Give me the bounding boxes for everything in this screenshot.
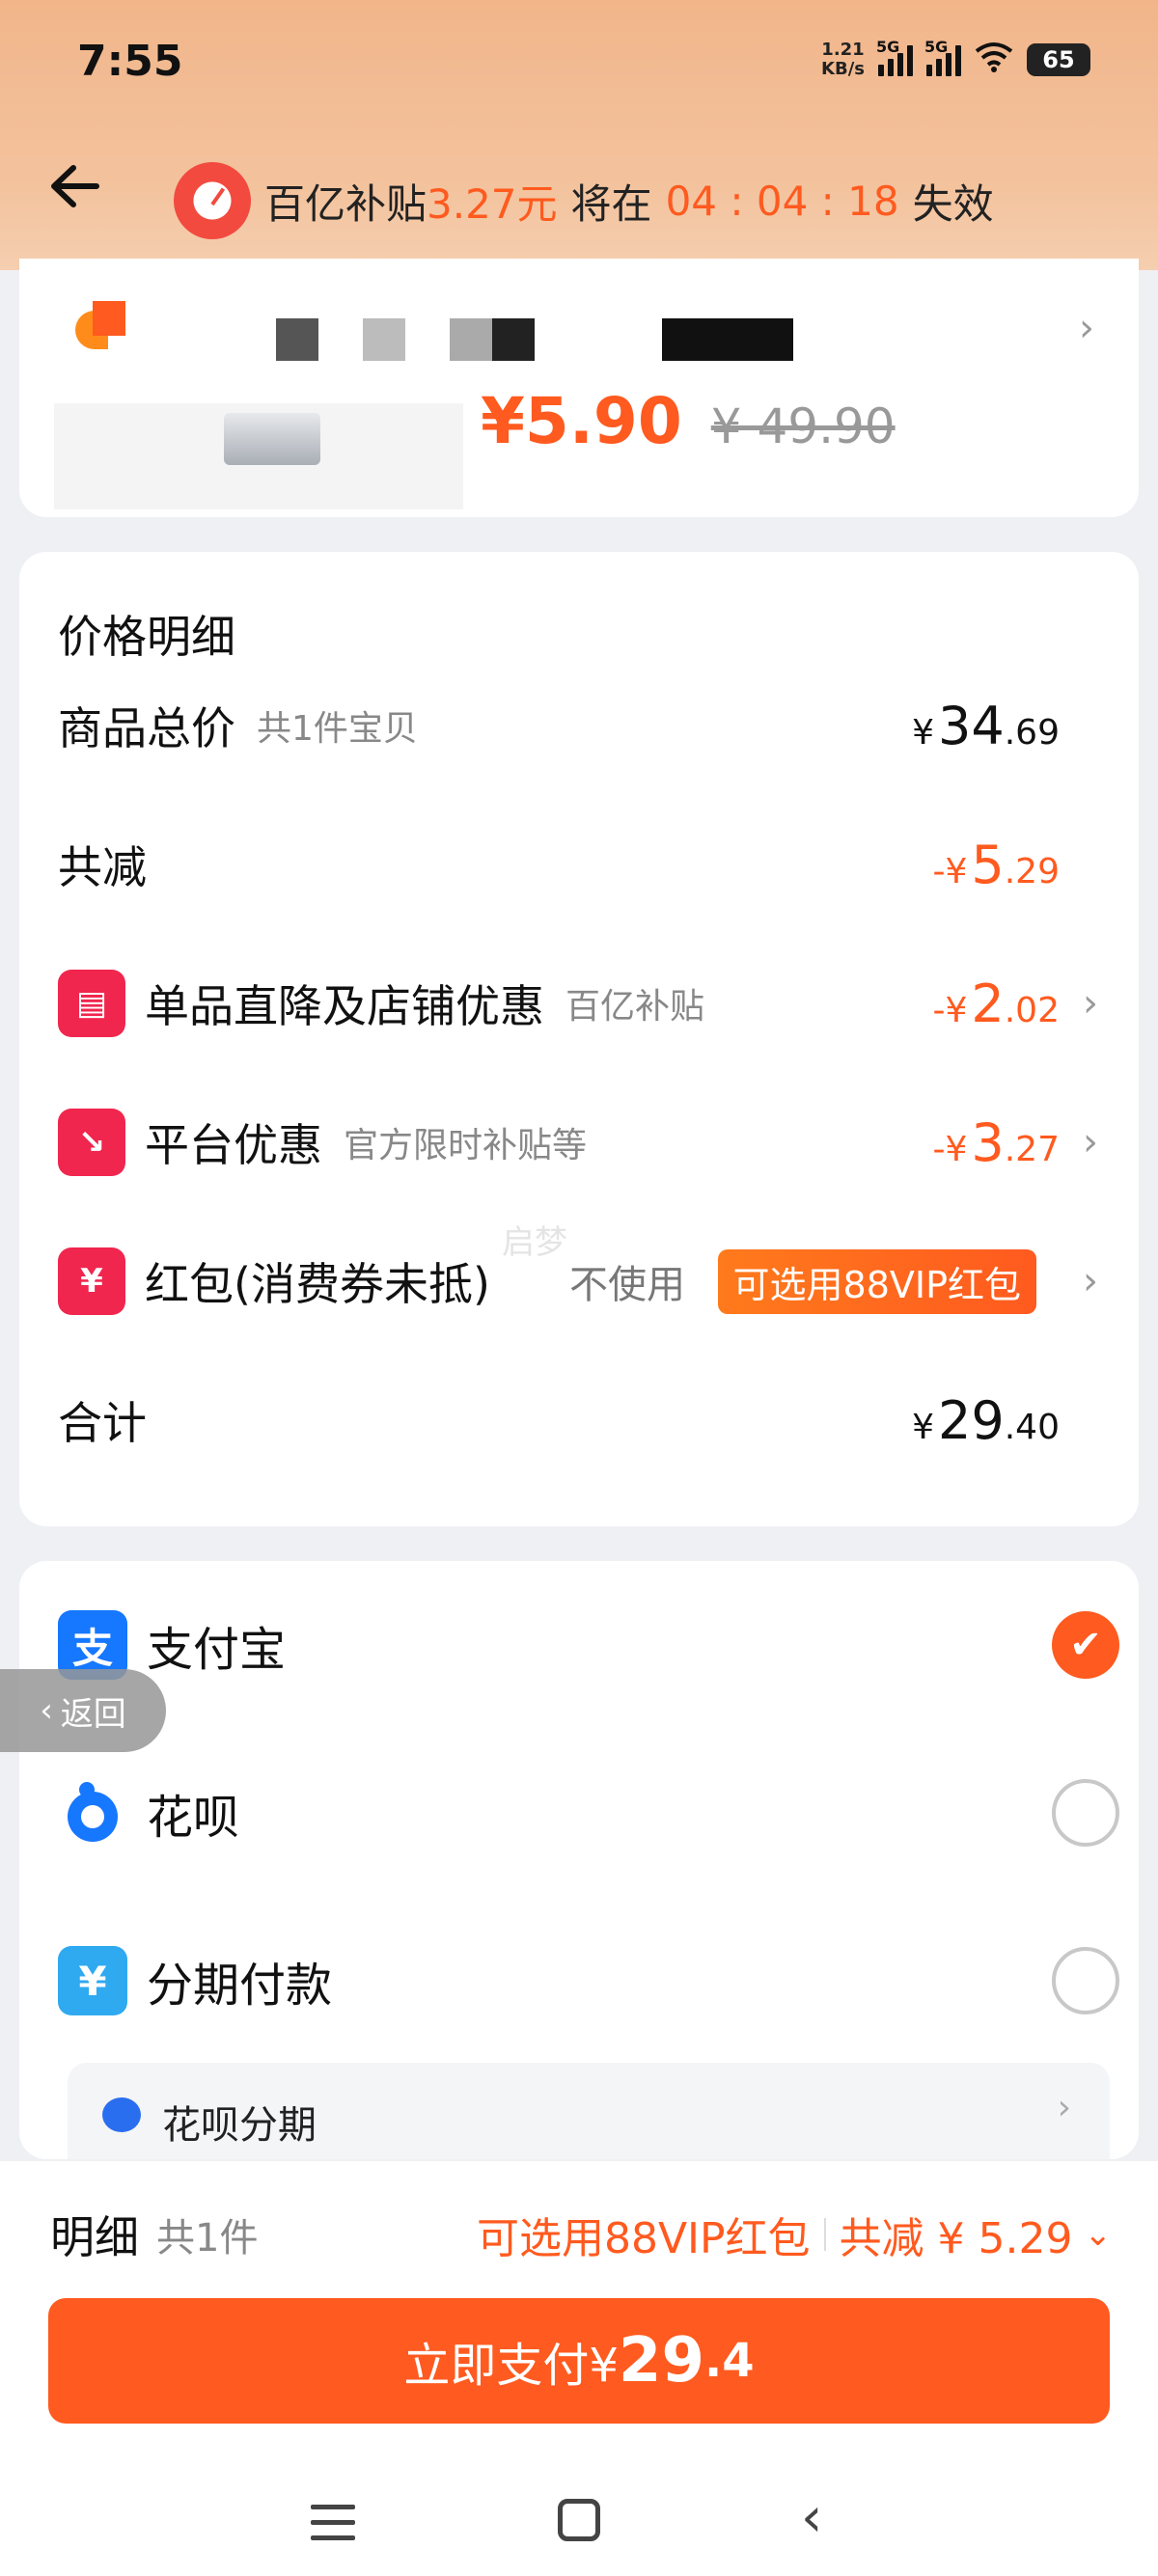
shop-row[interactable]: › [54,293,1116,361]
pay-now-button[interactable]: 立即支付¥ 29 .4 [48,2298,1110,2424]
wifi-icon [975,41,1013,79]
payment-option-alipay[interactable]: 支 支付宝 ✔ [58,1602,1119,1688]
back-icon[interactable]: ‹ [801,2491,822,2545]
platform-discount-amount: -¥3.27 [932,1111,1060,1173]
shop-logo-icon [75,301,125,355]
battery-icon: 65 [1027,43,1090,76]
price-detail-card: 价格明细 商品总价 共1件宝贝 ¥34.69 共减 -¥5.29 ▤ 单品直降及… [19,552,1139,1526]
summary-right: 可选用88VIP红包 共减 ¥ 5.29 ⌄ [476,2214,1113,2263]
bottom-bar: 明细 共1件 可选用88VIP红包 共减 ¥ 5.29 ⌄ 立即支付¥ 29 .… [0,2161,1158,2576]
chevron-left-icon: ‹ [40,1691,53,1730]
home-icon[interactable] [558,2499,600,2541]
discount-arrow-icon: ↘ [58,1109,125,1176]
status-time: 7:55 [77,37,183,86]
menu-icon[interactable] [311,2505,355,2543]
back-arrow-icon[interactable] [42,152,110,220]
alarm-clock-icon [174,162,251,239]
red-packet-icon: ¥ [58,1247,125,1315]
vip-red-packet-badge[interactable]: 可选用88VIP红包 [717,1248,1036,1314]
payment-option-installment[interactable]: ¥ 分期付款 [58,1937,1119,2024]
status-bar: 7:55 1.21 KB/s 5G 5G 65 [0,0,1158,135]
row-red-packet[interactable]: ¥ 红包(消费券未抵) 不使用 可选用88VIP红包 › [58,1243,1119,1320]
huabei-icon [58,1778,127,1848]
grand-total-amount: ¥29.40 [912,1389,1060,1451]
network-speed: 1.21 KB/s [821,40,865,79]
signal-2-icon: 5G [924,38,961,76]
shop-icon: ▤ [58,970,125,1037]
shop-discount-amount: -¥2.02 [932,973,1060,1034]
payment-option-huabei[interactable]: 花呗 [58,1769,1119,1856]
chevron-right-icon: › [1083,1259,1098,1303]
subsidy-countdown-banner: 百亿补贴 3.27元 将在 04 : 04 : 18 失效 [174,162,994,239]
row-total-reduce: 共减 -¥5.29 [58,834,1060,895]
double-chevron-down-icon[interactable]: ⌄ [1085,2215,1113,2254]
detail-summary-row[interactable]: 明细 共1件 可选用88VIP红包 共减 ¥ 5.29 ⌄ [50,2196,1112,2273]
radio-selected-icon[interactable]: ✔ [1052,1611,1119,1679]
row-grand-total: 合计 ¥29.40 [58,1389,1060,1451]
payment-methods-card: 支 支付宝 ✔ 花呗 ¥ 分期付款 花呗分期 › [19,1561,1139,2159]
watermark: 启梦 [502,1223,567,1262]
price-detail-title: 价格明细 [58,611,235,663]
chevron-right-icon: › [1057,2088,1071,2127]
installment-icon: ¥ [58,1946,127,2015]
product-price: ¥5.90 ¥ 49.90 [481,384,896,458]
not-use-label: 不使用 [569,1263,685,1307]
product-image[interactable] [54,403,463,509]
floating-back-button[interactable]: ‹ 返回 [0,1669,166,1752]
huabei-installment-icon [102,2097,141,2132]
huabei-installment-box[interactable]: 花呗分期 › [68,2063,1110,2159]
row-goods-total: 商品总价 共1件宝贝 ¥34.69 [58,695,1060,756]
chevron-right-icon: › [1079,306,1094,350]
countdown-timer: 04 : 04 : 18 [665,177,899,225]
goods-total-amount: ¥34.69 [912,695,1060,756]
row-shop-discount[interactable]: ▤ 单品直降及店铺优惠 百亿补贴 -¥2.02 › [58,965,1119,1042]
chevron-right-icon: › [1083,1120,1098,1165]
row-platform-discount[interactable]: ↘ 平台优惠 官方限时补贴等 -¥3.27 › [58,1104,1119,1181]
radio-unselected-icon[interactable] [1052,1947,1119,2014]
status-icons: 1.21 KB/s 5G 5G 65 [821,38,1090,79]
redacted-shop-name [276,318,318,361]
total-reduce-amount: -¥5.29 [932,834,1060,895]
page-header: 百亿补贴 3.27元 将在 04 : 04 : 18 失效 [0,145,1158,251]
signal-1-icon: 5G [876,38,913,76]
original-price: ¥ 49.90 [710,398,896,454]
current-price: ¥5.90 [481,384,682,458]
radio-unselected-icon[interactable] [1052,1779,1119,1847]
system-nav-bar: ‹ [0,2470,1158,2576]
product-card: › ¥5.90 ¥ 49.90 [19,259,1139,517]
chevron-right-icon: › [1083,981,1098,1026]
